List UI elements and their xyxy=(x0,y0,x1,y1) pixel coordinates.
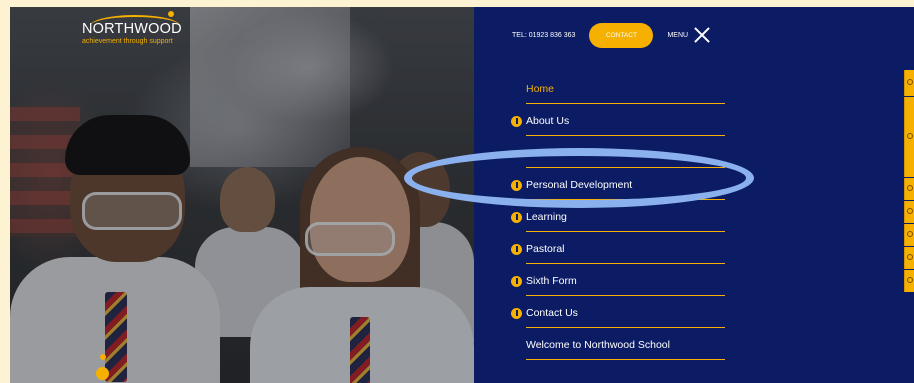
document-icon xyxy=(907,208,913,214)
expand-plus-icon[interactable] xyxy=(511,180,522,191)
scroll-dot-icon[interactable] xyxy=(96,367,109,380)
menu-panel: TEL: 01923 836 363 CONTACT MENU Home Abo… xyxy=(474,7,914,383)
nav-item-label: Sixth Form xyxy=(526,275,577,287)
nav-item-about-us[interactable]: About Us xyxy=(511,104,725,136)
logo-dot-icon xyxy=(168,11,174,17)
side-tab[interactable] xyxy=(904,224,914,246)
nav-item-home[interactable]: Home xyxy=(526,72,725,104)
expand-plus-icon[interactable] xyxy=(511,308,522,319)
side-tab[interactable] xyxy=(904,270,914,292)
calendar-icon xyxy=(907,133,913,139)
menu-label[interactable]: MENU xyxy=(667,32,688,39)
nav-item-blank[interactable] xyxy=(526,136,725,168)
globe-icon xyxy=(907,185,913,191)
side-tab[interactable] xyxy=(904,70,914,96)
expand-plus-icon[interactable] xyxy=(511,244,522,255)
nav-item-welcome[interactable]: Welcome to Northwood School xyxy=(526,328,725,360)
nav-item-learning[interactable]: Learning xyxy=(511,200,725,232)
clock-icon xyxy=(907,79,913,85)
pencil-icon xyxy=(907,231,913,237)
side-tab[interactable] xyxy=(904,178,914,200)
telephone-number[interactable]: TEL: 01923 836 363 xyxy=(512,32,575,39)
expand-plus-icon[interactable] xyxy=(511,116,522,127)
logo-name: NORTHWOOD xyxy=(82,21,182,37)
close-icon[interactable] xyxy=(694,27,710,43)
nav-item-label: Home xyxy=(526,83,555,95)
tools-icon xyxy=(907,254,913,260)
nav-item-label: Contact Us xyxy=(526,307,578,319)
nav-item-personal-development[interactable]: Personal Development xyxy=(511,168,725,200)
info-icon xyxy=(907,277,913,283)
hero-image: NORTHWOOD achievement through support xyxy=(10,7,474,383)
side-tab-strip xyxy=(904,70,914,300)
nav-item-contact-us[interactable]: Contact Us xyxy=(511,296,725,328)
contact-button[interactable]: CONTACT xyxy=(589,22,654,48)
expand-plus-icon[interactable] xyxy=(511,212,522,223)
nav-item-pastoral[interactable]: Pastoral xyxy=(511,232,725,264)
scroll-dot-small-icon xyxy=(100,354,106,360)
expand-plus-icon[interactable] xyxy=(511,276,522,287)
logo-tagline: achievement through support xyxy=(82,38,173,45)
nav-item-label: Learning xyxy=(526,211,567,223)
nav-item-label: Welcome to Northwood School xyxy=(526,339,670,351)
side-tab[interactable] xyxy=(904,97,914,177)
nav-item-sixth-form[interactable]: Sixth Form xyxy=(511,264,725,296)
side-tab[interactable] xyxy=(904,247,914,269)
page: NORTHWOOD achievement through support TE… xyxy=(10,7,914,383)
nav-item-label: Personal Development xyxy=(526,179,633,191)
side-tab[interactable] xyxy=(904,201,914,223)
top-bar: TEL: 01923 836 363 CONTACT MENU xyxy=(512,22,710,48)
nav-item-label: About Us xyxy=(526,115,570,127)
school-logo[interactable]: NORTHWOOD achievement through support xyxy=(82,11,182,45)
nav-item-label: Pastoral xyxy=(526,243,565,255)
